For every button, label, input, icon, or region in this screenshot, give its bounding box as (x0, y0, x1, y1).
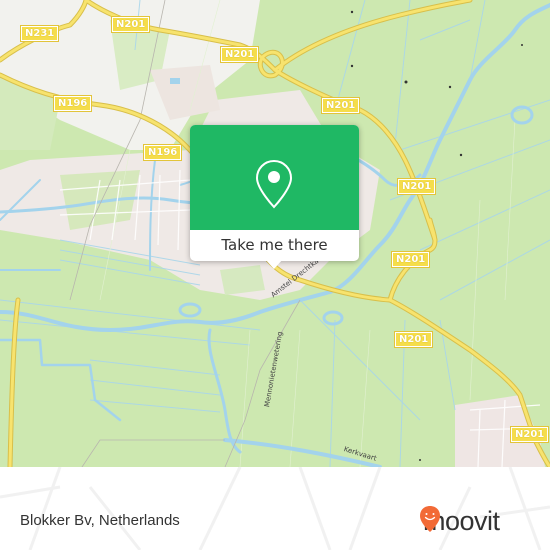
road-label-n201: N201 (390, 251, 431, 268)
road-label-n201: N201 (219, 46, 260, 63)
take-me-there-button[interactable]: Take me there (190, 230, 359, 261)
location-popup: Take me there (190, 125, 359, 269)
road-label-n196: N196 (142, 144, 183, 161)
road-label-n201: N201 (509, 426, 550, 443)
road-label-n201: N201 (110, 16, 151, 33)
place-name: Blokker Bv, Netherlands (20, 512, 180, 529)
road-label-n201: N201 (393, 331, 434, 348)
moovit-logo[interactable]: moovit (419, 505, 500, 537)
popup-header (190, 125, 359, 230)
road-label-n201: N201 (396, 178, 437, 195)
map-pin-icon (255, 159, 293, 209)
popup-pointer (265, 259, 283, 269)
road-label-n196: N196 (52, 95, 93, 112)
moovit-logo-icon (420, 506, 440, 532)
footer: Blokker Bv, Netherlands moovit (0, 467, 550, 550)
road-label-n201: N201 (320, 97, 361, 114)
map-view[interactable]: N231 N201 N201 N196 N196 N201 N201 N201 … (0, 0, 550, 467)
road-label-n231: N231 (19, 25, 60, 42)
